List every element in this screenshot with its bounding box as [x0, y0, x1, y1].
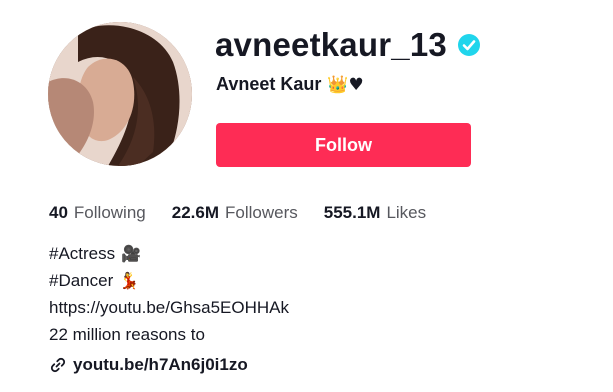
bio-hashtag-dancer[interactable]: #Dancer — [49, 267, 113, 294]
crown-heart-emoji: 👑♥ — [327, 74, 364, 95]
likes-count: 555.1M — [323, 203, 381, 222]
username-row: avneetkaur_13 — [215, 26, 481, 64]
follow-button[interactable]: Follow — [216, 123, 471, 167]
profile-stats: 40 Following 22.6M Followers 555.1M Like… — [49, 203, 426, 223]
bio-line-url: https://youtu.be/Ghsa5EOHHAk — [49, 294, 289, 321]
display-name: Avneet Kaur — [216, 74, 322, 94]
bio-line-reasons: 22 million reasons to — [49, 321, 289, 348]
likes-stat: 555.1M Likes — [324, 203, 426, 223]
profile-link-text[interactable]: youtu.be/h7An6j0i1zo — [73, 355, 248, 375]
display-name-row: Avneet Kaur 👑♥ — [216, 74, 364, 95]
followers-label: Followers — [224, 203, 298, 222]
avatar-image — [48, 22, 192, 166]
avatar[interactable] — [48, 22, 192, 166]
bio-hashtag-actress[interactable]: #Actress — [49, 240, 115, 267]
followers-count: 22.6M — [171, 203, 219, 222]
following-count: 40 — [49, 203, 68, 222]
bio-url-text: https://youtu.be/Ghsa5EOHHAk — [49, 298, 290, 317]
bio: #Actress 🎥 #Dancer 💃 https://youtu.be/Gh… — [49, 240, 289, 348]
bio-line-actress: #Actress 🎥 — [49, 240, 289, 267]
profile-link[interactable]: youtu.be/h7An6j0i1zo — [49, 355, 248, 375]
username: avneetkaur_13 — [215, 26, 447, 63]
bio-reasons-text: 22 million reasons to — [49, 325, 205, 344]
followers-stat[interactable]: 22.6M Followers — [172, 203, 298, 223]
following-label: Following — [73, 203, 146, 222]
movie-camera-emoji: 🎥 — [121, 244, 142, 263]
following-stat[interactable]: 40 Following — [49, 203, 146, 223]
dancer-emoji: 💃 — [119, 271, 140, 290]
verified-badge-icon — [457, 34, 480, 56]
bio-line-dancer: #Dancer 💃 — [49, 267, 289, 294]
link-icon — [50, 357, 66, 373]
likes-label: Likes — [386, 203, 427, 222]
